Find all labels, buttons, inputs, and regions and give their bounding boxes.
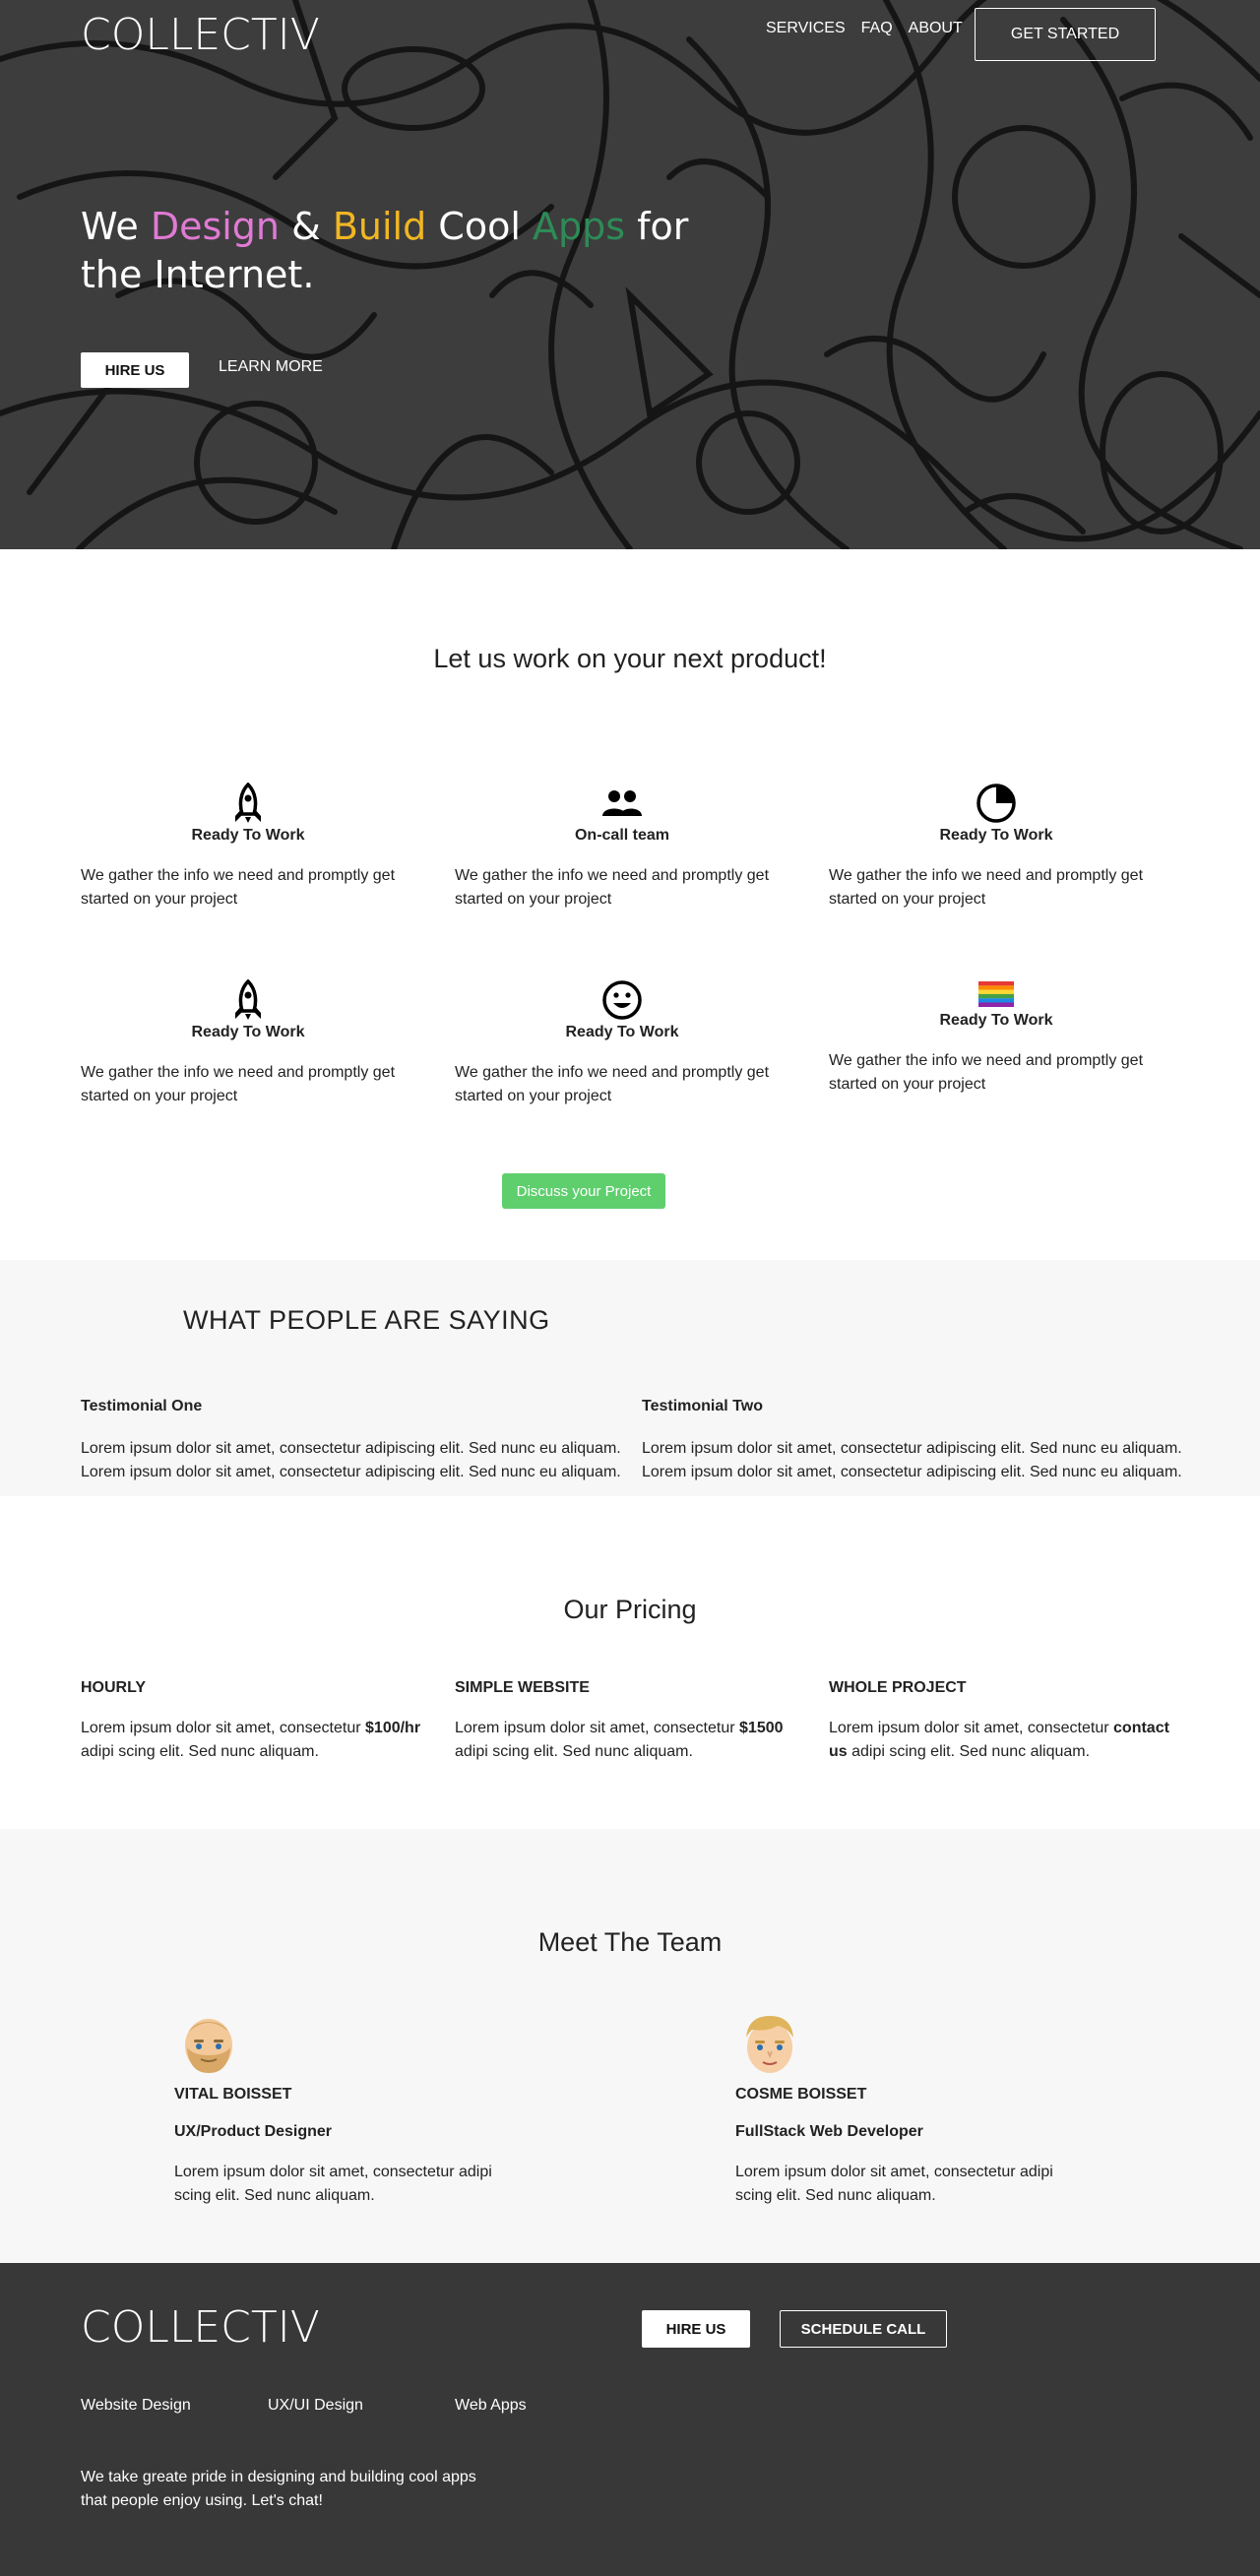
hire-us-button[interactable]: HIRE US	[81, 352, 189, 388]
learn-more-button[interactable]: LEARN MORE	[219, 358, 323, 376]
people-icon	[455, 782, 789, 825]
hero-section: COLLECTIV SERVICES FAQ ABOUT GET STARTED…	[0, 0, 1260, 549]
service-card: Ready To Work We gather the info we need…	[81, 782, 415, 911]
headline-apps: Apps	[532, 205, 625, 248]
plan-text-pre: Lorem ipsum dolor sit amet, consectetur	[829, 1720, 1114, 1736]
member-bio: Lorem ipsum dolor sit amet, consectetur …	[174, 2164, 492, 2204]
smiley-icon	[455, 978, 789, 1022]
service-text: We gather the info we need and promptly …	[455, 867, 770, 908]
bearded-man-avatar-icon	[185, 2019, 232, 2073]
headline-word: &	[280, 205, 333, 248]
service-card: Ready To Work We gather the info we need…	[455, 978, 789, 1108]
member-role: UX/Product Designer	[174, 2123, 333, 2140]
service-card: Ready To Work We gather the info we need…	[81, 978, 415, 1108]
service-title: Ready To Work	[191, 1024, 305, 1040]
plan-text: Lorem ipsum dolor sit amet, consectetur …	[455, 1717, 804, 1764]
pricing-plan: WHOLE PROJECT Lorem ipsum dolor sit amet…	[829, 1679, 1178, 1764]
footer-text: We take greate pride in designing and bu…	[81, 2469, 476, 2509]
plan-text: Lorem ipsum dolor sit amet, consectetur …	[829, 1717, 1178, 1764]
service-title: Ready To Work	[191, 827, 305, 844]
service-title: Ready To Work	[939, 827, 1053, 844]
service-card: On-call team We gather the info we need …	[455, 782, 789, 911]
service-title: On-call team	[574, 827, 670, 844]
plan-text-pre: Lorem ipsum dolor sit amet, consectetur	[81, 1720, 366, 1736]
rocket-icon	[81, 782, 415, 825]
service-text: We gather the info we need and promptly …	[829, 1052, 1144, 1093]
services-title: Let us work on your next product!	[433, 644, 827, 673]
plan-text-post: adipi scing elit. Sed nunc aliquam.	[455, 1743, 693, 1760]
plan-price: $100/hr	[365, 1720, 421, 1736]
service-text: We gather the info we need and promptly …	[81, 867, 396, 908]
member-role: FullStack Web Developer	[735, 2123, 923, 2140]
plan-name: HOURLY	[81, 1679, 147, 1696]
footer-link-ux-ui-design[interactable]: UX/UI Design	[268, 2397, 455, 2415]
nav-about[interactable]: ABOUT	[909, 20, 963, 37]
rocket-icon	[81, 978, 415, 1022]
rainbow-flag-icon	[829, 978, 1164, 1010]
service-card: Ready To Work We gather the info we need…	[829, 782, 1164, 911]
pricing-section: Our Pricing HOURLY Lorem ipsum dolor sit…	[0, 1496, 1260, 1829]
service-title: Ready To Work	[939, 1012, 1053, 1029]
services-section: Let us work on your next product! Ready …	[0, 549, 1260, 1260]
team-title: Meet The Team	[537, 1927, 723, 1957]
member-bio: Lorem ipsum dolor sit amet, consectetur …	[735, 2164, 1053, 2204]
footer-logo[interactable]: COLLECTIV	[81, 2302, 320, 2354]
testimonial-name: Testimonial Two	[642, 1398, 763, 1414]
team-member: VITAL BOISSET UX/Product Designer Lorem …	[174, 2012, 529, 2208]
footer-links: Website Design UX/UI Design Web Apps	[81, 2397, 642, 2415]
headline-design: Design	[150, 205, 281, 248]
member-name: COSME BOISSET	[735, 2086, 867, 2103]
testimonial-card: Testimonial One Lorem ipsum dolor sit am…	[81, 1398, 632, 1484]
schedule-call-button[interactable]: SCHEDULE CALL	[780, 2310, 947, 2348]
plan-text: Lorem ipsum dolor sit amet, consectetur …	[81, 1717, 430, 1764]
discuss-project-button[interactable]: Discuss your Project	[502, 1173, 665, 1209]
plan-name: WHOLE PROJECT	[829, 1679, 967, 1696]
testimonials-section: WHAT PEOPLE ARE SAYING Testimonial One L…	[0, 1260, 1260, 1496]
get-started-button[interactable]: GET STARTED	[975, 8, 1156, 61]
plan-text-post: adipi scing elit. Sed nunc aliquam.	[81, 1743, 319, 1760]
nav-faq[interactable]: FAQ	[861, 20, 893, 37]
plan-text-post: adipi scing elit. Sed nunc aliquam.	[847, 1743, 1091, 1760]
hero-headline: We Design & Build Cool Apps for the Inte…	[81, 203, 711, 299]
team-member: COSME BOISSET FullStack Web Developer Lo…	[735, 2012, 1090, 2208]
service-title: Ready To Work	[565, 1024, 679, 1040]
service-text: We gather the info we need and promptly …	[829, 867, 1144, 908]
testimonial-text: Lorem ipsum dolor sit amet, consectetur …	[642, 1440, 1182, 1480]
service-text: We gather the info we need and promptly …	[81, 1064, 396, 1104]
footer-link-web-apps[interactable]: Web Apps	[455, 2397, 642, 2415]
blond-man-avatar-icon	[746, 2016, 793, 2073]
member-name: VITAL BOISSET	[174, 2086, 292, 2103]
testimonial-name: Testimonial One	[81, 1398, 203, 1414]
headline-word: We	[81, 205, 151, 248]
pricing-title: Our Pricing	[563, 1595, 697, 1624]
pricing-plan: SIMPLE WEBSITE Lorem ipsum dolor sit ame…	[455, 1679, 804, 1764]
service-text: We gather the info we need and promptly …	[455, 1064, 770, 1104]
plan-text-pre: Lorem ipsum dolor sit amet, consectetur	[455, 1720, 740, 1736]
testimonials-title: WHAT PEOPLE ARE SAYING	[183, 1305, 550, 1335]
main-nav: SERVICES FAQ ABOUT	[766, 20, 978, 37]
plan-name: SIMPLE WEBSITE	[455, 1679, 590, 1696]
nav-services[interactable]: SERVICES	[766, 20, 846, 37]
headline-build: Build	[332, 205, 427, 248]
testimonial-card: Testimonial Two Lorem ipsum dolor sit am…	[642, 1398, 1193, 1484]
testimonial-text: Lorem ipsum dolor sit amet, consectetur …	[81, 1440, 621, 1480]
plan-price: $1500	[739, 1720, 784, 1736]
pricing-plan: HOURLY Lorem ipsum dolor sit amet, conse…	[81, 1679, 430, 1764]
pie-chart-icon	[829, 782, 1164, 825]
footer-hire-us-button[interactable]: HIRE US	[642, 2310, 750, 2348]
site-footer: COLLECTIV HIRE US SCHEDULE CALL Website …	[0, 2263, 1260, 2576]
team-section: Meet The Team VITAL BOISSET UX/Product D…	[0, 1829, 1260, 2263]
service-card: Ready To Work We gather the info we need…	[829, 978, 1164, 1097]
footer-link-website-design[interactable]: Website Design	[81, 2397, 268, 2415]
headline-word: Cool	[426, 205, 533, 248]
brand-logo[interactable]: COLLECTIV	[81, 10, 320, 61]
